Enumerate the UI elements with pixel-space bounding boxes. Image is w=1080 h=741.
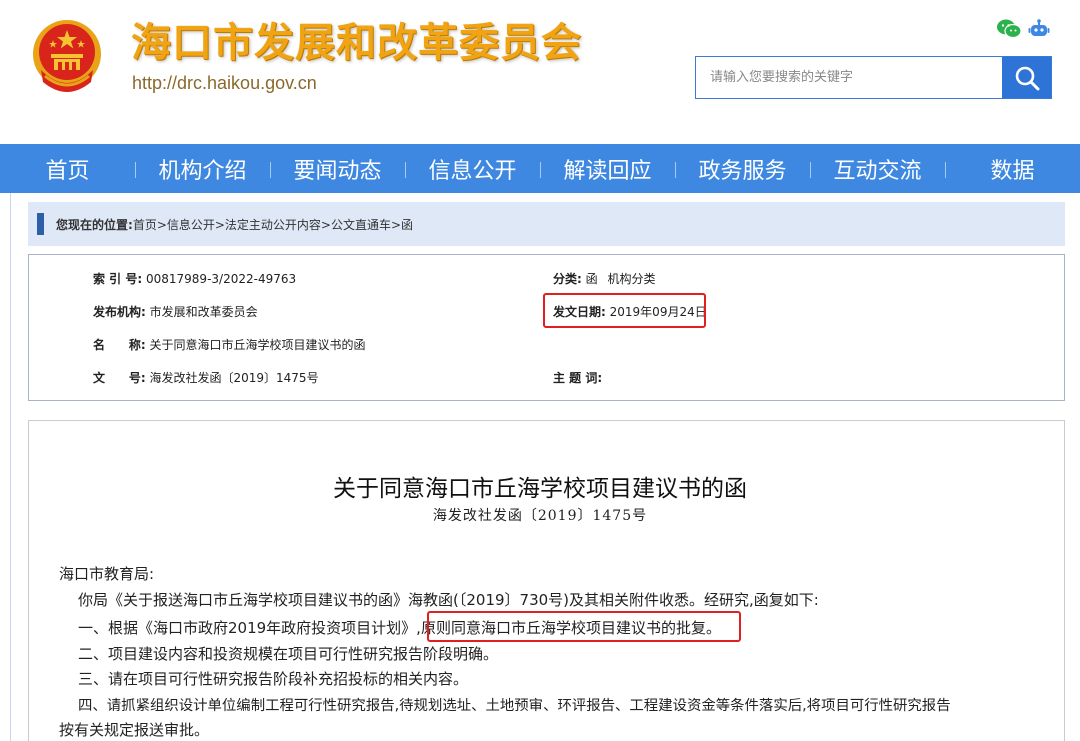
nav-item-home[interactable]: 首页 [0,153,135,185]
doc-name-label-1: 名 [93,338,106,352]
search-box [695,56,1052,99]
document-metadata-box: 索 引 号: 00817989-3/2022-49763 分类: 函 机构分类 … [28,254,1065,401]
search-input[interactable] [696,57,1002,98]
page-left-border [10,193,11,741]
index-number-label: 索 引 号: [93,272,143,286]
site-url[interactable]: http://drc.haikou.gov.cn [132,73,317,94]
nav-item-interpretation[interactable]: 解读回应 [540,153,675,185]
subject-label: 主 题 词: [553,371,603,385]
nav-item-disclosure[interactable]: 信息公开 [405,153,540,185]
breadcrumb-path[interactable]: 首页>信息公开>法定主动公开内容>公文直通车>函 [133,216,413,233]
document-number: 海发改社发函〔2019〕1475号 [432,508,648,524]
nav-item-news[interactable]: 要闻动态 [270,153,405,185]
category-value: 函 [585,272,598,286]
paragraph-3: 二、项目建设内容和投资规模在项目可行性研究报告阶段明确。 [78,645,499,663]
doc-number-label-1: 文 [93,371,106,385]
nav-item-services[interactable]: 政务服务 [675,153,810,185]
category-extra: 机构分类 [607,272,656,286]
doc-number-label-2: 号: [128,371,146,385]
wechat-icon[interactable] [996,18,1022,40]
category-row: 分类: 函 机构分类 [553,270,656,287]
doc-name-label-2: 称: [128,338,146,352]
index-number-value: 00817989-3/2022-49763 [145,272,297,286]
breadcrumb-marker [37,213,44,235]
index-number-row: 索 引 号: 00817989-3/2022-49763 [93,270,296,287]
publisher-value: 市发展和改革委员会 [149,305,258,319]
document-title: 关于同意海口市丘海学校项目建议书的函 [333,476,747,502]
paragraph-2-part-a: 一、根据《海口市政府2019年政府投资项目计划》, [78,619,421,637]
doc-number-value: 海发改社发函〔2019〕1475号 [149,371,319,385]
search-button[interactable] [1002,57,1051,98]
paragraph-1: 你局《关于报送海口市丘海学校项目建议书的函》海教函(〔2019〕730号)及其相… [78,591,819,609]
publisher-row: 发布机构: 市发展和改革委员会 [93,303,258,320]
paragraph-6: 按有关规定报送审批。 [59,721,210,739]
doc-name-row: 名 称: 关于同意海口市丘海学校项目建议书的函 [93,336,366,353]
subject-row: 主 题 词: [553,369,602,386]
robot-icon[interactable] [1028,18,1054,40]
highlight-approval-box [427,611,741,642]
category-label: 分类: [553,272,582,286]
national-emblem-logo [31,18,103,98]
paragraph-4: 三、请在项目可行性研究报告阶段补充招投标的相关内容。 [78,670,469,688]
search-icon [1015,66,1039,90]
breadcrumb-label: 您现在的位置: [56,217,133,232]
nav-item-about[interactable]: 机构介绍 [135,153,270,185]
site-title: 海口市发展和改革委员会 [131,20,582,66]
main-nav: 首页 机构介绍 要闻动态 信息公开 解读回应 政务服务 互动交流 数据 [0,144,1080,193]
salutation: 海口市教育局: [59,565,155,583]
breadcrumb: 您现在的位置: 首页>信息公开>法定主动公开内容>公文直通车>函 [28,202,1065,246]
nav-item-data[interactable]: 数据 [945,153,1080,185]
paragraph-5: 四、请抓紧组织设计单位编制工程可行性研究报告,待规划选址、土地预审、环评报告、工… [78,698,951,714]
doc-name-value: 关于同意海口市丘海学校项目建议书的函 [149,338,366,352]
highlight-date-box [543,293,706,328]
nav-item-interaction[interactable]: 互动交流 [810,153,945,185]
publisher-label: 发布机构: [93,305,146,319]
doc-number-row: 文 号: 海发改社发函〔2019〕1475号 [93,369,319,386]
